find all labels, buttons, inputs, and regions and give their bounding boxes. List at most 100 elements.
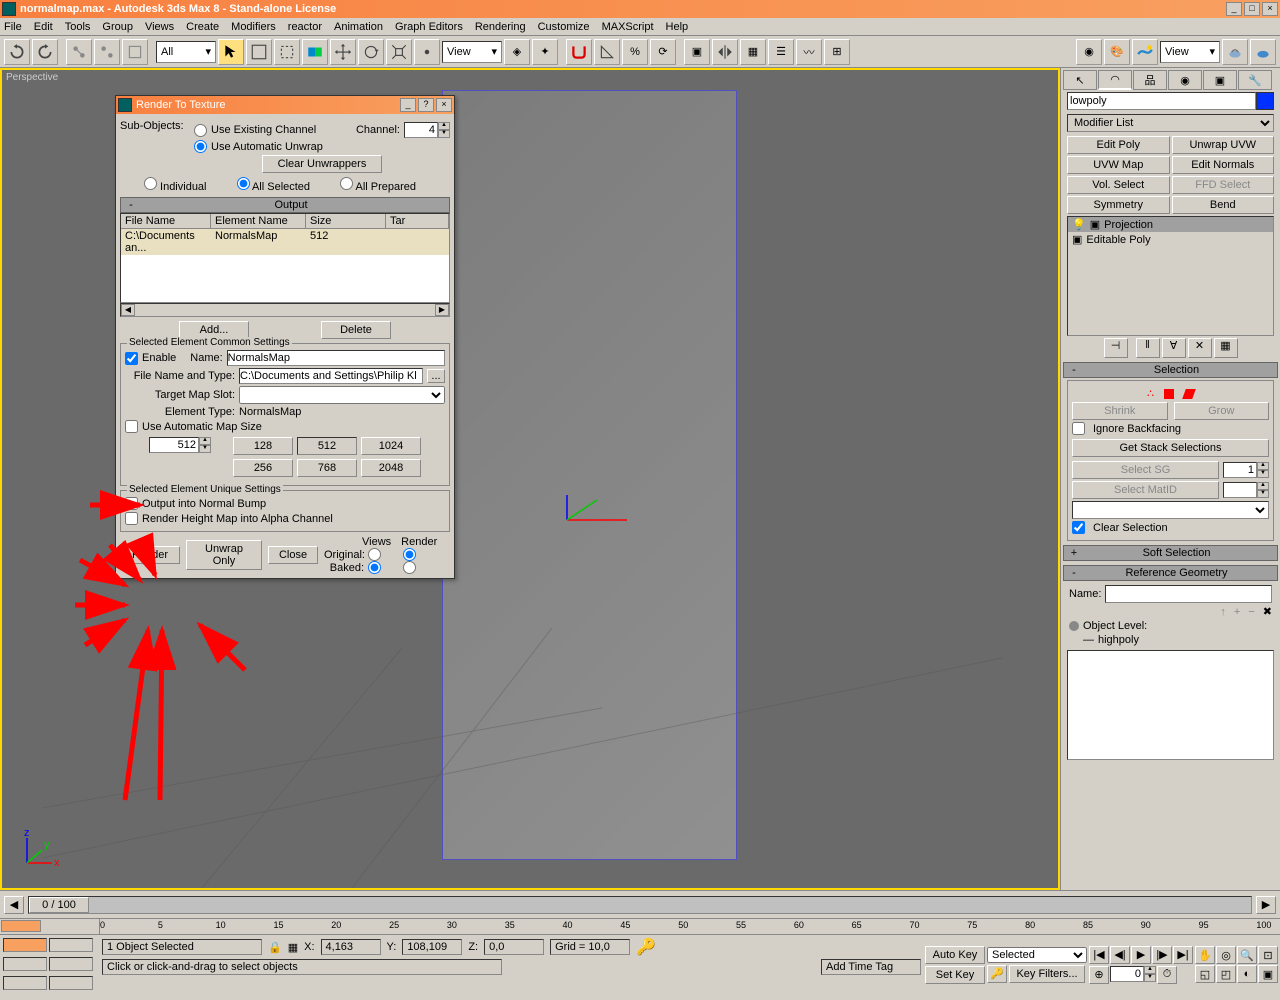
schematic-button[interactable]: ⊞ [824, 39, 850, 65]
swatch-2[interactable] [49, 938, 93, 952]
col-size[interactable]: Size [306, 214, 386, 228]
element-name-input[interactable] [227, 350, 445, 366]
menu-views[interactable]: Views [145, 21, 174, 33]
btn-ffdselect[interactable]: FFD Select [1172, 176, 1275, 194]
close-dialog-button[interactable]: Close [268, 546, 318, 564]
dialog-help-button[interactable]: ? [418, 98, 434, 112]
matid-spinner[interactable]: ▲▼ [1223, 482, 1269, 498]
arc-rotate-button[interactable]: ◎ [1216, 946, 1236, 964]
output-rollout[interactable]: -Output [120, 197, 450, 213]
rollout-soft-selection[interactable]: +Soft Selection [1063, 545, 1278, 561]
align-button[interactable]: ▦ [740, 39, 766, 65]
views-original-radio[interactable] [368, 548, 381, 561]
target-combo[interactable] [239, 386, 445, 404]
setkey-button[interactable]: Set Key [925, 966, 985, 984]
time-slider[interactable]: 0 / 100 [28, 896, 1252, 914]
tab-hierarchy[interactable]: 品 [1133, 70, 1167, 90]
menu-create[interactable]: Create [186, 21, 219, 33]
window-crossing-button[interactable] [302, 39, 328, 65]
btn-editnormals[interactable]: Edit Normals [1172, 156, 1275, 174]
size-1024-button[interactable]: 1024 [361, 437, 421, 455]
enable-checkbox[interactable] [125, 352, 138, 365]
minimize-button[interactable]: _ [1226, 2, 1242, 16]
object-name-input[interactable] [1067, 92, 1256, 110]
menu-maxscript[interactable]: MAXScript [602, 21, 654, 33]
shrink-button[interactable]: Shrink [1072, 402, 1168, 420]
time-slider-handle[interactable]: 0 / 100 [29, 897, 89, 913]
col-element[interactable]: Element Name [211, 214, 306, 228]
zoom-button[interactable]: 🔍 [1237, 946, 1257, 964]
quick-render-button[interactable] [1132, 39, 1158, 65]
selection-filter-combo[interactable]: All▾ [156, 41, 216, 63]
table-scrollbar[interactable]: ◀▶ [120, 303, 450, 317]
configure-sets-button[interactable]: ▦ [1214, 338, 1238, 358]
channel-spinner[interactable]: ▲▼ [404, 122, 450, 138]
maximize-button[interactable]: □ [1244, 2, 1260, 16]
fov-button[interactable]: ◐ [1237, 965, 1257, 983]
col-filename[interactable]: File Name [121, 214, 211, 228]
btn-volselect[interactable]: Vol. Select [1067, 176, 1170, 194]
layers-button[interactable]: ☰ [768, 39, 794, 65]
size-2048-button[interactable]: 2048 [361, 459, 421, 477]
render-scene-button[interactable]: 🎨 [1104, 39, 1130, 65]
btn-uvwmap[interactable]: UVW Map [1067, 156, 1170, 174]
render-preset-combo[interactable]: View▾ [1160, 41, 1220, 63]
time-config-button[interactable]: ⏱ [1157, 966, 1177, 984]
btn-symmetry[interactable]: Symmetry [1067, 196, 1170, 214]
menu-customize[interactable]: Customize [538, 21, 590, 33]
autokey-button[interactable]: Auto Key [925, 946, 985, 964]
browse-button[interactable]: ... [427, 369, 445, 383]
remove-modifier-button[interactable]: ✕ [1188, 338, 1212, 358]
allselected-radio[interactable] [237, 177, 250, 190]
select-matid-button[interactable]: Select MatID [1072, 481, 1219, 499]
modifier-stack[interactable]: 💡▣Projection ▣Editable Poly [1067, 216, 1274, 336]
swatch-4[interactable] [49, 957, 93, 971]
ignore-backfacing-checkbox[interactable] [1072, 422, 1085, 435]
dialog-close-button[interactable]: × [436, 98, 452, 112]
get-stack-button[interactable]: Get Stack Selections [1072, 439, 1269, 457]
named-sel-button[interactable]: ▣ [684, 39, 710, 65]
stack-item-projection[interactable]: 💡▣Projection [1068, 217, 1273, 232]
y-coord[interactable]: 108,109 [402, 939, 462, 955]
make-unique-button[interactable]: ∀ [1162, 338, 1186, 358]
col-tar[interactable]: Tar [386, 214, 449, 228]
nav-pick-icon[interactable]: ✖ [1263, 605, 1272, 618]
mirror-button[interactable] [712, 39, 738, 65]
rotate-button[interactable] [358, 39, 384, 65]
key-button[interactable]: 🔑 [987, 965, 1007, 983]
prev-frame-button[interactable]: ◀| [1110, 946, 1130, 964]
teapot-icon[interactable] [1250, 39, 1276, 65]
goto-start-button[interactable]: |◀ [1089, 946, 1109, 964]
key-filters-button[interactable]: Key Filters... [1009, 965, 1085, 983]
render-baked-radio[interactable] [403, 561, 416, 574]
swatch-6[interactable] [49, 976, 93, 990]
output-table[interactable]: File Name Element Name Size Tar C:\Docum… [120, 213, 450, 303]
output-bump-checkbox[interactable] [125, 497, 138, 510]
key-mode-toggle[interactable]: ⊕ [1089, 966, 1109, 984]
swatch-1[interactable] [3, 938, 47, 952]
nav-minus-icon[interactable]: − [1248, 606, 1254, 618]
spinner-snap-button[interactable]: ⟳ [650, 39, 676, 65]
sg-spinner[interactable]: ▲▼ [1223, 462, 1269, 478]
key-icon[interactable]: 🔑 [636, 937, 656, 957]
close-button[interactable]: × [1262, 2, 1278, 16]
move-button[interactable] [330, 39, 356, 65]
menu-grapheditors[interactable]: Graph Editors [395, 21, 463, 33]
allprepared-radio[interactable] [340, 177, 353, 190]
btn-unwrap[interactable]: Unwrap UVW [1172, 136, 1275, 154]
zoom-extents-button[interactable]: ◱ [1195, 965, 1215, 983]
btn-bend[interactable]: Bend [1172, 196, 1275, 214]
menu-help[interactable]: Help [666, 21, 689, 33]
modifier-list-combo[interactable]: Modifier List [1067, 114, 1274, 132]
material-button[interactable]: ◉ [1076, 39, 1102, 65]
render-last-button[interactable] [1222, 39, 1248, 65]
rollout-ref-geometry[interactable]: -Reference Geometry [1063, 565, 1278, 581]
unlink-button[interactable] [94, 39, 120, 65]
curve-editor-button[interactable]: 〰 [796, 39, 822, 65]
time-next-button[interactable]: ▶ [1256, 896, 1276, 914]
btn-editpoly[interactable]: Edit Poly [1067, 136, 1170, 154]
ref-name-input[interactable] [1105, 585, 1272, 603]
swatch-3[interactable] [3, 957, 47, 971]
tab-create[interactable]: ↖ [1063, 70, 1097, 90]
menu-reactor[interactable]: reactor [288, 21, 322, 33]
